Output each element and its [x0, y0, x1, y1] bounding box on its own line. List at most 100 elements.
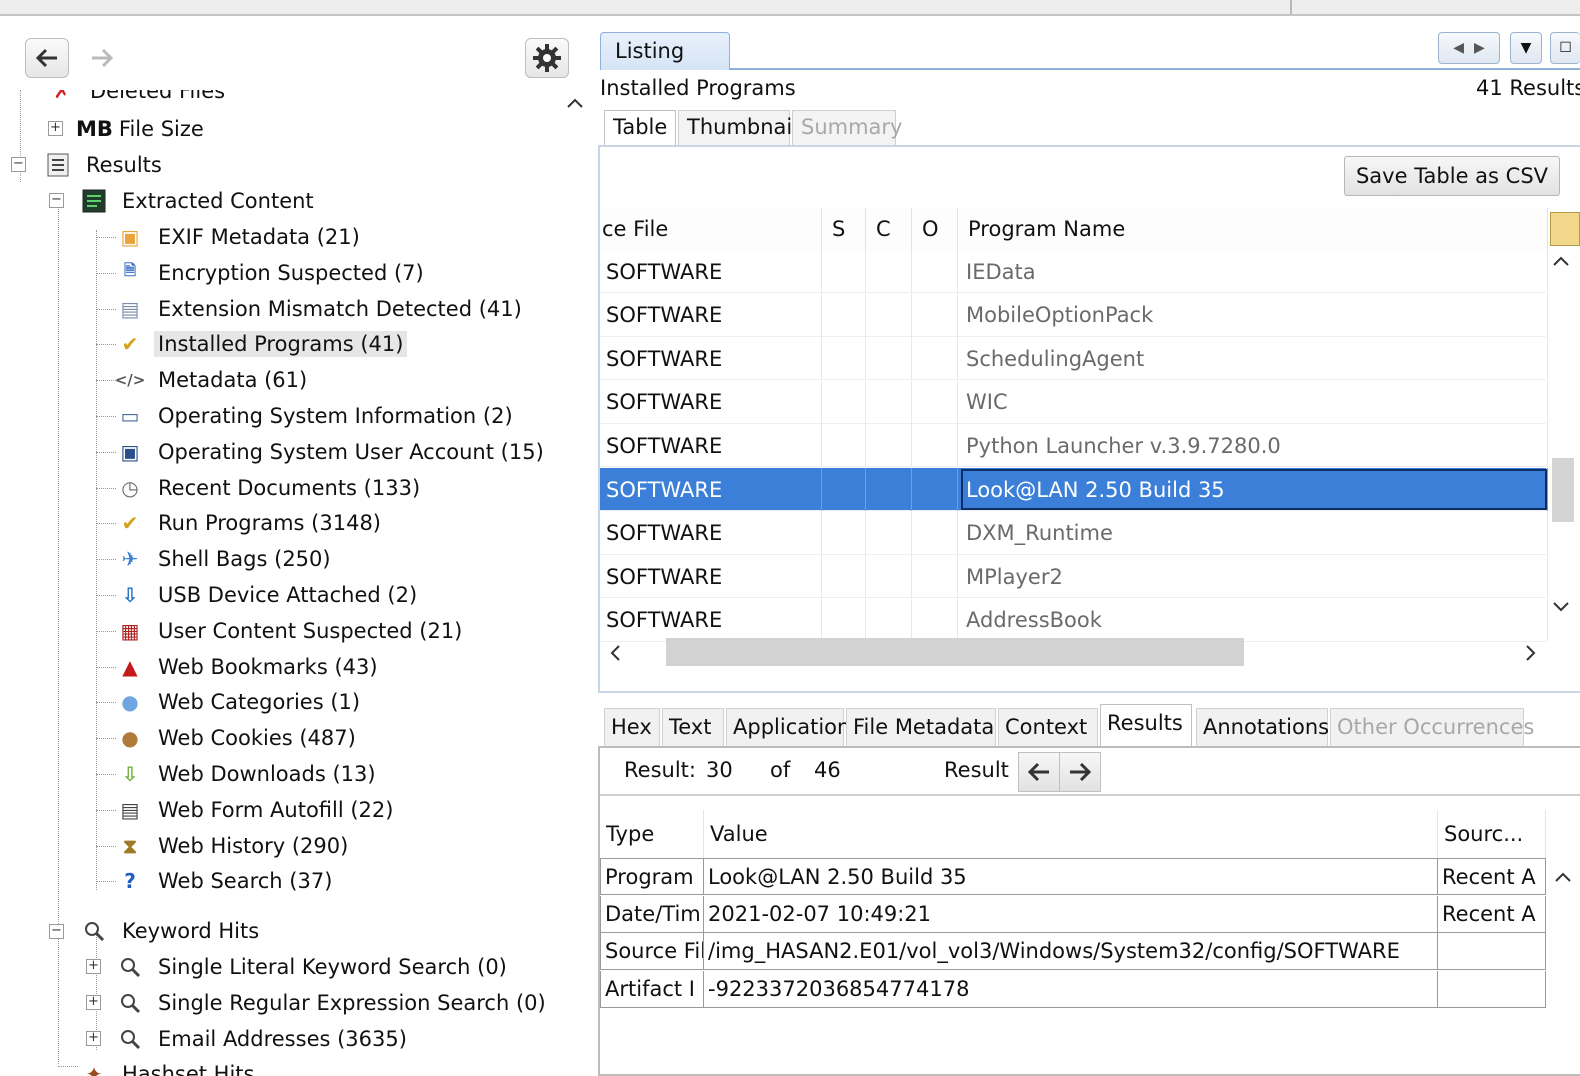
expand-toggle[interactable]: +: [48, 121, 63, 136]
result-total: 46: [814, 758, 841, 782]
tab-file-metadata[interactable]: File Metadata: [846, 708, 996, 748]
tab-scroll-buttons[interactable]: ◀ ▶: [1438, 32, 1500, 64]
tree-item-label: Recent Documents (133): [158, 475, 421, 500]
collapse-toggle[interactable]: −: [49, 924, 64, 939]
settings-button[interactable]: [525, 38, 569, 78]
tab-summary[interactable]: Summary: [792, 110, 902, 146]
tab-table[interactable]: Table: [604, 110, 676, 146]
tree-item-file-size[interactable]: MB File Size: [76, 112, 204, 146]
tree-item-artifact[interactable]: ✔ Run Programs (3148): [116, 506, 385, 540]
cell-comment: [866, 555, 912, 599]
cell-source-file: SOFTWARE: [600, 468, 822, 511]
maximize-button[interactable]: ☐: [1550, 32, 1580, 64]
tab-text[interactable]: Text: [662, 708, 724, 748]
tree-item-hashset-hits[interactable]: ✦ Hashset Hits: [80, 1057, 258, 1076]
column-header-comment[interactable]: C: [866, 208, 912, 250]
horizontal-scroll-thumb[interactable]: [666, 638, 1244, 666]
detail-header-type[interactable]: Type: [600, 810, 704, 858]
tab-listing[interactable]: Listing: [600, 32, 730, 70]
tree-item-extracted-content[interactable]: Extracted Content: [80, 184, 318, 218]
tree-item-artifact[interactable]: ? Web Search (37): [116, 864, 336, 898]
table-row[interactable]: SOFTWARE Python Launcher v.3.9.7280.0: [600, 424, 1548, 468]
tab-application[interactable]: Application: [726, 708, 850, 748]
tree-item-artifact[interactable]: ▤ Web Form Autofill (22): [116, 793, 397, 827]
detail-cell-type: Date/Tim: [600, 895, 704, 933]
tree-item-keyword-search[interactable]: Single Regular Expression Search (0): [116, 986, 550, 1020]
chevron-down-icon: [1553, 602, 1569, 612]
table-vertical-scrollbar[interactable]: [1548, 250, 1578, 622]
globe-icon: ●: [121, 690, 139, 715]
previous-result-button[interactable]: [1018, 752, 1060, 792]
tab-hex[interactable]: Hex: [604, 708, 660, 748]
tree-item-artifact[interactable]: ▤ Extension Mismatch Detected (41): [116, 292, 526, 326]
tab-thumbnail[interactable]: Thumbnail: [678, 110, 798, 146]
column-header-score[interactable]: S: [822, 208, 866, 250]
triangle-right-icon: ▶: [1474, 40, 1485, 56]
tree-item-artifact[interactable]: ⇩ USB Device Attached (2): [116, 578, 421, 612]
magnifier-icon: [116, 989, 144, 1017]
tree-item-artifact[interactable]: ▣ Operating System User Account (15): [116, 435, 548, 469]
chevron-up-icon: [567, 98, 583, 108]
cell-program-name: Look@LAN 2.50 Build 35: [960, 468, 1548, 511]
tree-item-keyword-search[interactable]: Email Addresses (3635): [116, 1022, 411, 1056]
tree-scrollbar[interactable]: [560, 90, 592, 1076]
tree-item-artifact[interactable]: ● Web Categories (1): [116, 685, 364, 719]
tree-item-keyword-search[interactable]: Single Literal Keyword Search (0): [116, 950, 511, 984]
tree-item-artifact[interactable]: ⧗ Web History (290): [116, 829, 352, 863]
collapse-toggle[interactable]: −: [11, 157, 26, 172]
tab-other-occurrences[interactable]: Other Occurrences: [1330, 708, 1534, 748]
expand-toggle[interactable]: +: [86, 995, 101, 1010]
table-row[interactable]: SOFTWARE MPlayer2: [600, 555, 1548, 599]
tree-item-keyword-hits[interactable]: Keyword Hits: [80, 914, 263, 948]
detail-cell-value: 2021-02-07 10:49:21: [704, 895, 1438, 933]
tree-guide: [96, 487, 116, 489]
tree-item-artifact[interactable]: ▭ Operating System Information (2): [116, 399, 517, 433]
tree-item-label: Encryption Suspected (7): [158, 260, 424, 285]
tree-guide: [96, 845, 116, 847]
table-row[interactable]: SOFTWARE Look@LAN 2.50 Build 35: [600, 468, 1548, 511]
form-icon: ▤: [120, 797, 140, 822]
tree-item-artifact[interactable]: </> Metadata (61): [115, 363, 311, 397]
arrow-right-icon: [92, 48, 114, 68]
table-row[interactable]: SOFTWARE MobileOptionPack: [600, 293, 1548, 337]
expand-toggle[interactable]: +: [86, 1031, 101, 1046]
save-csv-button[interactable]: Save Table as CSV: [1344, 156, 1560, 196]
table-row[interactable]: SOFTWARE WIC: [600, 380, 1548, 424]
tree-item-artifact[interactable]: ✔ Installed Programs (41): [116, 327, 408, 361]
vertical-scroll-thumb[interactable]: [1552, 458, 1574, 522]
tree-item-artifact[interactable]: 🗎 Encryption Suspected (7): [116, 256, 428, 290]
tree-item-artifact[interactable]: ✈ Shell Bags (250): [116, 542, 335, 576]
next-result-button[interactable]: [1059, 752, 1101, 792]
tree-item-artifact[interactable]: ▣ EXIF Metadata (21): [116, 220, 364, 254]
collapse-toggle[interactable]: −: [49, 193, 64, 208]
column-header-program-name[interactable]: Program Name: [958, 208, 1548, 250]
back-button[interactable]: [25, 38, 69, 78]
tree-item-deleted-files[interactable]: ✗ Deleted Files: [48, 90, 229, 108]
tab-results[interactable]: Results: [1100, 704, 1192, 748]
tree-item-artifact[interactable]: ▦ User Content Suspected (21): [116, 614, 466, 648]
tab-context[interactable]: Context: [998, 708, 1098, 748]
detail-header-source[interactable]: Sourc...: [1438, 810, 1546, 858]
tree-item-artifact[interactable]: ● Web Cookies (487): [116, 721, 360, 755]
table-row[interactable]: SOFTWARE IEData: [600, 250, 1548, 293]
expand-toggle[interactable]: +: [86, 959, 101, 974]
cell-occurrences: [912, 511, 958, 555]
detail-header-value[interactable]: Value: [704, 810, 1438, 858]
tab-list-button[interactable]: ▼: [1510, 32, 1542, 64]
cell-program-name: WIC: [960, 380, 1548, 424]
chevron-up-icon: [1555, 872, 1571, 882]
column-header-occurrences[interactable]: O: [912, 208, 958, 250]
tree-guide: [96, 380, 116, 382]
tab-annotations[interactable]: Annotations: [1196, 708, 1329, 748]
tree-item-label: Metadata (61): [158, 368, 308, 393]
table-row[interactable]: SOFTWARE DXM_Runtime: [600, 511, 1548, 555]
tree-item-artifact[interactable]: ▲ Web Bookmarks (43): [116, 650, 382, 684]
table-row[interactable]: SOFTWARE SchedulingAgent: [600, 337, 1548, 381]
tree-item-artifact[interactable]: ⇩ Web Downloads (13): [116, 757, 380, 791]
cell-source-file: SOFTWARE: [600, 250, 822, 293]
tree-item-artifact[interactable]: ◷ Recent Documents (133): [116, 471, 424, 505]
column-header-source-file[interactable]: ce File: [600, 208, 822, 250]
column-chooser-icon[interactable]: [1550, 212, 1580, 246]
forward-button[interactable]: [80, 38, 124, 78]
tree-item-results[interactable]: Results: [44, 148, 166, 182]
